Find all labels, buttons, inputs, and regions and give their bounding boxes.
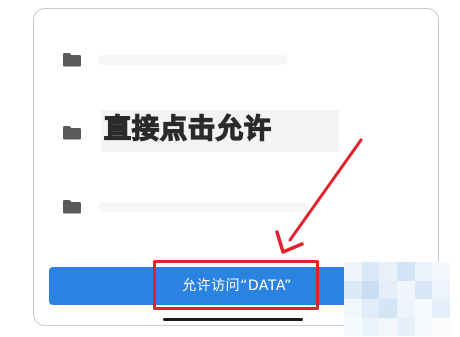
screenshot-page: 允许访问“DATA” 直接点击允许: [0, 0, 460, 337]
folder-icon: [62, 199, 82, 214]
folder-icon: [62, 52, 82, 67]
folder-name-redacted: [98, 202, 308, 212]
annotation-text: 直接点击允许: [103, 113, 272, 145]
highlight-box: [153, 260, 319, 310]
watermark-mosaic: [344, 262, 450, 336]
folder-name-redacted: [98, 55, 288, 65]
folder-row[interactable]: [34, 39, 438, 79]
folder-icon: [62, 125, 82, 140]
home-indicator: [163, 318, 303, 321]
folder-row[interactable]: [34, 187, 438, 227]
